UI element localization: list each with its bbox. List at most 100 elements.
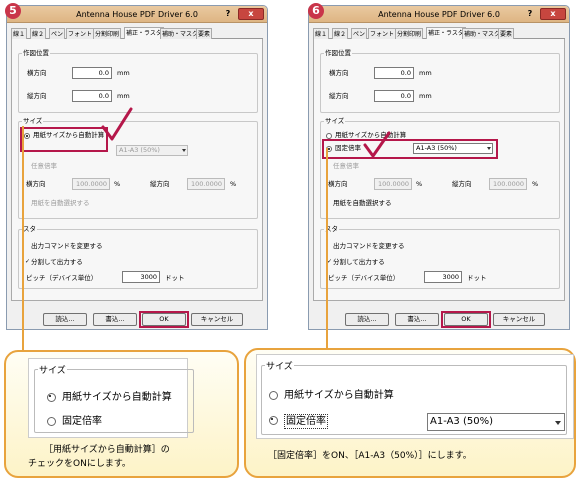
- y-unit: mm: [117, 92, 130, 100]
- write-button[interactable]: 書込...: [395, 313, 439, 326]
- fixed-ratio-radio[interactable]: [47, 417, 56, 426]
- raster-opt2-label: 分割して出力する: [31, 258, 83, 266]
- highlight-box: [322, 139, 498, 159]
- position-group-label: 作図位置: [22, 49, 50, 58]
- check-icon[interactable]: ✓: [25, 258, 30, 266]
- ratio-select[interactable]: A1-A3 (50%): [116, 145, 188, 156]
- auto-select-label: 用紙を自動選択する: [333, 199, 392, 207]
- read-button[interactable]: 読込...: [345, 313, 389, 326]
- tab-pen[interactable]: ペン: [49, 28, 66, 39]
- connector-line: [22, 126, 24, 356]
- zoom-panel: サイズ 用紙サイズから自動計算 固定倍率: [28, 358, 194, 438]
- zoom-panel: サイズ 用紙サイズから自動計算 固定倍率 A1-A3 (50%): [256, 354, 574, 439]
- step-badge: 5: [5, 3, 21, 19]
- h-ratio-label: 横方向: [26, 180, 46, 188]
- ratio-select-value: A1-A3 (50%): [430, 416, 494, 427]
- pitch-label: ピッチ（デバイス単位）: [26, 274, 98, 282]
- ratio-select[interactable]: A1-A3 (50%): [427, 413, 565, 431]
- tab-panel: 作図位置 横方向 0.0 mm 縦方向 0.0 mm サイズ 用紙サイズから自動…: [313, 39, 565, 301]
- left-callout: サイズ 用紙サイズから自動計算 固定倍率 ［用紙サイズから自動計算］の チェック…: [4, 350, 239, 478]
- cancel-button[interactable]: キャンセル: [493, 313, 545, 326]
- left-dialog: Antenna House PDF Driver 6.0 ? x 線１ 線２ ペ…: [6, 5, 268, 330]
- tab-pen[interactable]: ペン: [351, 28, 368, 39]
- cancel-button[interactable]: キャンセル: [191, 313, 243, 326]
- x-position-input[interactable]: 0.0: [72, 67, 112, 79]
- instruction-line2: チェックをONにします。: [28, 459, 131, 469]
- tab-correction-raster[interactable]: 補正・ラスタ: [124, 27, 164, 39]
- fixed-ratio-radio[interactable]: [269, 416, 278, 425]
- size-group-label: サイズ: [265, 361, 294, 374]
- tab-aux-mask[interactable]: 補助・マスク: [462, 28, 503, 39]
- v-ratio-label: 縦方向: [150, 180, 170, 188]
- title-bar: Antenna House PDF Driver 6.0 ? x: [7, 6, 267, 23]
- h-ratio-input[interactable]: 100.0000: [374, 178, 412, 190]
- title-bar: Antenna House PDF Driver 6.0 ? x: [309, 6, 569, 23]
- help-button[interactable]: ?: [522, 8, 538, 20]
- h-ratio-label: 横方向: [328, 180, 348, 188]
- dot-unit: ドット: [467, 274, 487, 282]
- x-label: 横方向: [329, 69, 349, 77]
- h-pct: %: [114, 180, 121, 188]
- tab-split-print[interactable]: 分割印刷: [93, 28, 122, 39]
- fixed-ratio-label: 固定倍率: [284, 414, 328, 429]
- tab-aux-mask[interactable]: 補助・マスク: [160, 28, 201, 39]
- free-ratio-label: 任意倍率: [31, 162, 57, 170]
- tab-element[interactable]: 要素: [196, 28, 213, 39]
- x-unit: mm: [117, 69, 130, 77]
- y-position-input[interactable]: 0.0: [72, 90, 112, 102]
- step-badge: 6: [308, 3, 324, 19]
- instruction: ［固定倍率］をON、［A1-A3（50%）］にします。: [268, 451, 472, 461]
- pitch-label: ピッチ（デバイス単位）: [328, 274, 400, 282]
- h-pct: %: [416, 180, 423, 188]
- help-button[interactable]: ?: [220, 8, 236, 20]
- auto-calc-label: 用紙サイズから自動計算: [62, 392, 172, 403]
- read-button[interactable]: 読込...: [43, 313, 87, 326]
- tab-line2[interactable]: 線２: [30, 28, 47, 39]
- fixed-ratio-label: 固定倍率: [62, 416, 102, 427]
- tab-line1[interactable]: 線１: [313, 28, 330, 39]
- v-ratio-label: 縦方向: [452, 180, 472, 188]
- v-ratio-input[interactable]: 100.0000: [489, 178, 527, 190]
- y-unit: mm: [419, 92, 432, 100]
- raster-group-label: スタ: [22, 225, 37, 234]
- write-button[interactable]: 書込...: [93, 313, 137, 326]
- x-label: 横方向: [27, 69, 47, 77]
- right-dialog: Antenna House PDF Driver 6.0 ? x 線１ 線２ ペ…: [308, 5, 570, 330]
- tab-font[interactable]: フォント: [66, 28, 95, 39]
- pitch-input[interactable]: 3000: [424, 271, 462, 283]
- y-position-input[interactable]: 0.0: [374, 90, 414, 102]
- raster-opt2-label: 分割して出力する: [333, 258, 385, 266]
- tab-element[interactable]: 要素: [498, 28, 515, 39]
- v-ratio-input[interactable]: 100.0000: [187, 178, 225, 190]
- position-group-label: 作図位置: [324, 49, 352, 58]
- tab-line2[interactable]: 線２: [332, 28, 349, 39]
- dot-unit: ドット: [165, 274, 185, 282]
- chevron-down-icon: [555, 421, 561, 425]
- close-button[interactable]: x: [540, 8, 566, 20]
- v-pct: %: [230, 180, 237, 188]
- ok-highlight: [139, 311, 189, 328]
- tab-strip: 線１ 線２ ペン フォント 分割印刷 補正・ラスタ 補助・マスク 要素: [313, 27, 565, 39]
- position-group: 作図位置: [320, 49, 560, 113]
- tab-split-print[interactable]: 分割印刷: [395, 28, 424, 39]
- h-ratio-input[interactable]: 100.0000: [72, 178, 110, 190]
- ratio-select-value: A1-A3 (50%): [119, 146, 160, 154]
- size-group-label: サイズ: [324, 117, 346, 126]
- auto-calc-radio[interactable]: [47, 393, 56, 402]
- pitch-input[interactable]: 3000: [122, 271, 160, 283]
- auto-calc-radio[interactable]: [269, 391, 278, 400]
- tab-panel: 作図位置 横方向 0.0 mm 縦方向 0.0 mm サイズ 用紙サイズから自動…: [11, 39, 263, 301]
- highlight-box: [20, 127, 108, 152]
- v-pct: %: [532, 180, 539, 188]
- x-position-input[interactable]: 0.0: [374, 67, 414, 79]
- tab-correction-raster[interactable]: 補正・ラスタ: [426, 27, 466, 39]
- size-group-label: サイズ: [22, 117, 44, 126]
- tab-font[interactable]: フォント: [368, 28, 397, 39]
- auto-calc-label: 用紙サイズから自動計算: [284, 390, 394, 401]
- y-label: 縦方向: [329, 92, 349, 100]
- chevron-down-icon: [182, 149, 186, 152]
- instruction-line1: ［用紙サイズから自動計算］の: [44, 445, 170, 455]
- close-button[interactable]: x: [238, 8, 264, 20]
- ok-highlight: [441, 311, 491, 328]
- tab-line1[interactable]: 線１: [11, 28, 28, 39]
